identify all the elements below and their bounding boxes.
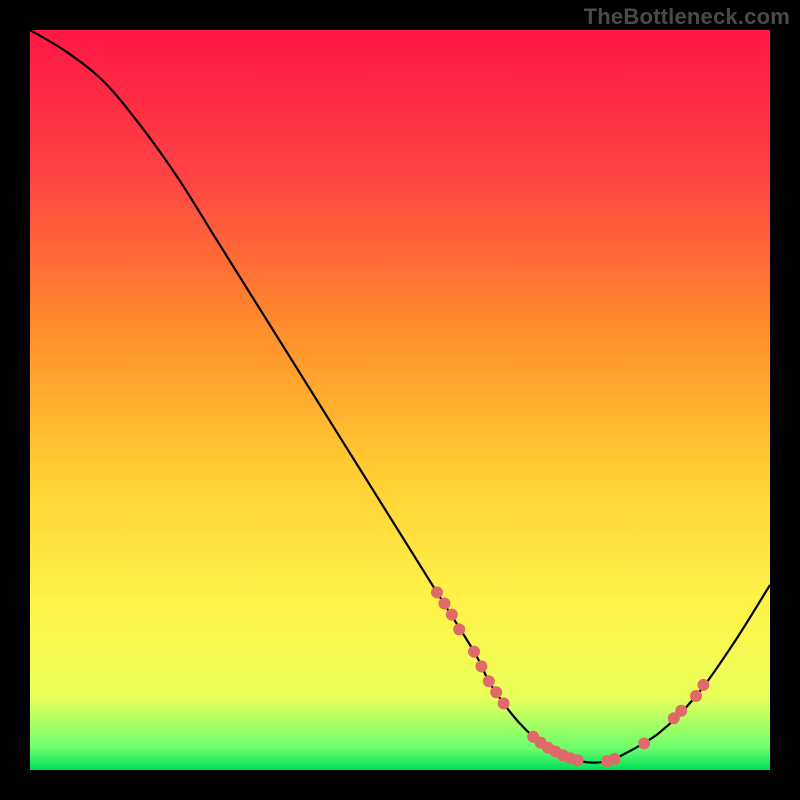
data-point (453, 623, 465, 635)
data-point (438, 598, 450, 610)
chart-container: TheBottleneck.com (0, 0, 800, 800)
data-point (638, 737, 650, 749)
data-point (572, 754, 584, 766)
data-point (690, 690, 702, 702)
watermark-label: TheBottleneck.com (584, 4, 790, 30)
data-point (475, 660, 487, 672)
data-point (675, 705, 687, 717)
data-point (609, 753, 621, 765)
data-point (483, 675, 495, 687)
gradient-background (30, 30, 770, 770)
data-point (697, 679, 709, 691)
bottleneck-curve-chart (30, 30, 770, 770)
data-point (490, 686, 502, 698)
data-point (468, 646, 480, 658)
data-point (446, 609, 458, 621)
data-point (431, 586, 443, 598)
plot-area (30, 30, 770, 770)
data-point (498, 697, 510, 709)
